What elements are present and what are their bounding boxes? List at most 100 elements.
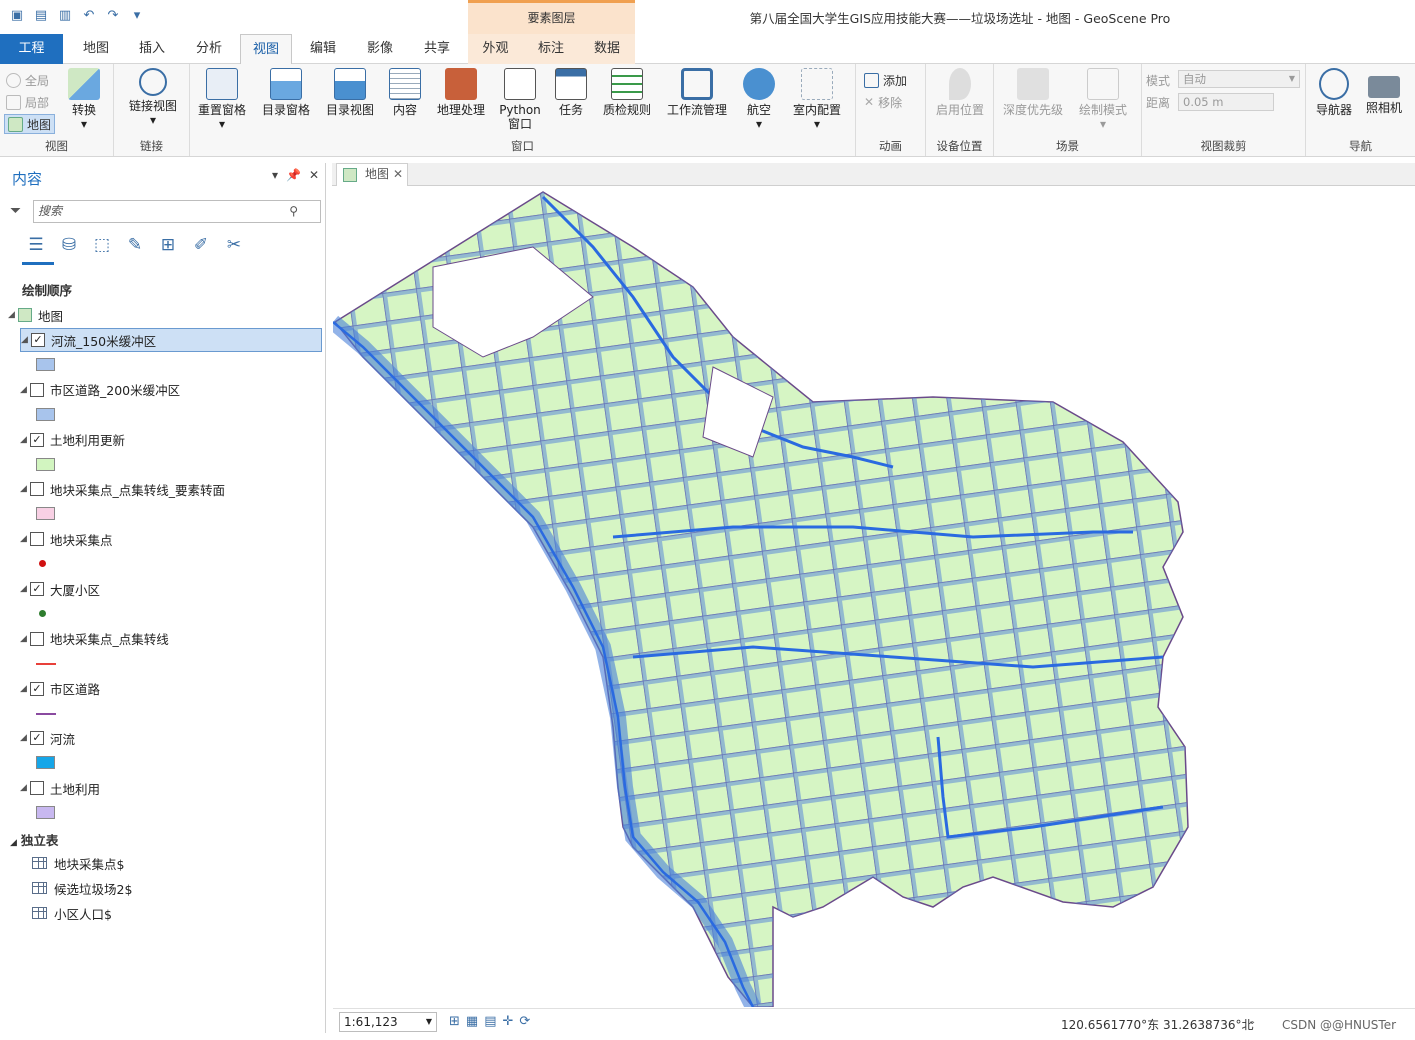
- camera-button[interactable]: 照相机: [1360, 68, 1408, 115]
- layer-item[interactable]: ◢ ✓ 河流: [20, 726, 322, 750]
- enable-location-button[interactable]: 启用位置: [930, 68, 990, 117]
- layer-symbol[interactable]: [36, 407, 55, 421]
- table-item[interactable]: 小区人口$: [32, 901, 334, 925]
- tasks-button[interactable]: 任务: [550, 68, 592, 117]
- layer-item[interactable]: ◢ 地块采集点_点集转线: [20, 627, 322, 651]
- layer-item[interactable]: ◢ 地块采集点_点集转线_要素转面: [20, 477, 322, 501]
- fixed-zoom-icon[interactable]: ⊞: [449, 1014, 460, 1029]
- pane-menu-icon[interactable]: ▾: [272, 168, 278, 182]
- collapse-icon[interactable]: ◢: [20, 733, 30, 743]
- tab-imagery[interactable]: 影像: [354, 34, 406, 64]
- collapse-icon[interactable]: ◢: [21, 335, 31, 345]
- open-project-icon[interactable]: ▤: [32, 8, 50, 24]
- layer-visibility-checkbox[interactable]: [30, 382, 44, 397]
- collapse-icon[interactable]: ◢: [20, 684, 30, 694]
- collapse-icon[interactable]: ◢: [20, 584, 30, 594]
- convert-button[interactable]: 转换 ▾: [62, 68, 106, 131]
- data-reviewer-button[interactable]: 质检规则: [598, 68, 656, 117]
- undo-icon[interactable]: ↶: [80, 8, 98, 24]
- grid-icon[interactable]: ▦: [466, 1014, 478, 1029]
- layer-item[interactable]: ◢ 土地利用: [20, 776, 322, 800]
- layer-visibility-checkbox[interactable]: ✓: [30, 681, 44, 696]
- geoprocessing-button[interactable]: 地理处理: [432, 68, 490, 117]
- layer-visibility-checkbox[interactable]: [30, 482, 44, 497]
- layer-symbol[interactable]: [39, 610, 46, 617]
- data-source-icon[interactable]: ⛁: [57, 233, 81, 257]
- layer-symbol[interactable]: [36, 358, 55, 371]
- layer-item[interactable]: ◢ ✓ 河流_150米缓冲区: [20, 328, 322, 352]
- selection-icon[interactable]: ⬚: [90, 233, 114, 257]
- layer-symbol[interactable]: [36, 457, 55, 471]
- labeling-icon[interactable]: ✐: [189, 233, 213, 257]
- layer-visibility-checkbox[interactable]: ✓: [30, 731, 44, 746]
- layer-symbol[interactable]: [36, 806, 55, 820]
- navigator-button[interactable]: 导航器: [1310, 68, 1358, 117]
- reset-panes-button[interactable]: 重置窗格 ▾: [194, 68, 250, 131]
- clip-mode-select[interactable]: 自动 ▼: [1178, 70, 1300, 88]
- pin-icon[interactable]: 📌: [286, 168, 301, 182]
- catalog-pane-button[interactable]: 目录窗格: [256, 68, 316, 117]
- layer-visibility-checkbox[interactable]: [30, 532, 44, 547]
- layer-visibility-checkbox[interactable]: ✓: [30, 432, 44, 447]
- collapse-icon[interactable]: ◢: [8, 310, 18, 320]
- collapse-icon[interactable]: ◢: [20, 783, 30, 793]
- scale-select[interactable]: 1:61,123 ▼: [339, 1012, 437, 1032]
- chevron-down-icon[interactable]: ⌄: [1248, 1016, 1256, 1027]
- snapping-icon[interactable]: ⊞: [156, 233, 180, 257]
- drawing-order-icon[interactable]: ☰: [24, 233, 48, 257]
- layer-visibility-checkbox[interactable]: ✓: [30, 582, 44, 596]
- layer-visibility-checkbox[interactable]: [30, 631, 44, 646]
- layer-item[interactable]: ◢ 地块采集点: [20, 527, 322, 551]
- new-project-icon[interactable]: ▣: [8, 8, 26, 24]
- draw-mode-button[interactable]: 绘制模式 ▾: [1070, 68, 1136, 131]
- filter-icon[interactable]: ⏷: [10, 204, 24, 220]
- catalog-view-button[interactable]: 目录视图: [320, 68, 380, 117]
- clip-distance-input[interactable]: 0.05 m: [1178, 93, 1274, 111]
- customize-icon[interactable]: ▾: [128, 8, 146, 24]
- layer-symbol[interactable]: [36, 756, 55, 770]
- redo-icon[interactable]: ↷: [104, 8, 122, 24]
- collapse-icon[interactable]: ◢: [20, 634, 30, 644]
- tab-view[interactable]: 视图: [240, 34, 292, 65]
- collapse-icon[interactable]: ◢: [20, 484, 30, 494]
- search-icon[interactable]: ⚲: [289, 201, 298, 222]
- layer-visibility-checkbox[interactable]: ✓: [31, 333, 45, 347]
- local-button[interactable]: 局部: [6, 92, 49, 112]
- python-window-button[interactable]: Python 窗口: [496, 68, 544, 131]
- tab-map[interactable]: 地图: [70, 34, 122, 64]
- depth-priority-button[interactable]: 深度优先级: [998, 68, 1068, 117]
- full-extent-button[interactable]: 全局: [6, 70, 49, 90]
- layer-item[interactable]: ◢ 市区道路_200米缓冲区: [20, 378, 322, 402]
- table-item[interactable]: 地块采集点$: [32, 851, 334, 875]
- table-grid-icon[interactable]: ▤: [484, 1014, 496, 1029]
- tab-appearance[interactable]: 外观: [468, 34, 523, 64]
- collapse-icon[interactable]: ◢: [20, 385, 30, 395]
- tab-project[interactable]: 工程: [0, 34, 63, 64]
- tab-insert[interactable]: 插入: [126, 34, 178, 64]
- tab-map-view[interactable]: 地图 ✕: [336, 163, 408, 186]
- editing-icon[interactable]: ✎: [123, 233, 147, 257]
- perspective-icon[interactable]: ✂: [222, 233, 246, 257]
- indoors-button[interactable]: 室内配置 ▾: [786, 68, 848, 131]
- tab-edit[interactable]: 编辑: [297, 34, 349, 64]
- tab-analysis[interactable]: 分析: [183, 34, 235, 64]
- table-item[interactable]: 候选垃圾场2$: [32, 876, 334, 900]
- map-node[interactable]: ◢ 地图: [8, 303, 310, 327]
- aviation-button[interactable]: 航空 ▾: [738, 68, 780, 131]
- layer-item[interactable]: ◢ ✓ 大厦小区: [20, 577, 322, 601]
- tab-labeling[interactable]: 标注: [523, 34, 579, 64]
- layer-symbol[interactable]: [36, 507, 55, 521]
- collapse-icon[interactable]: ◢: [20, 534, 30, 544]
- remove-animation-button[interactable]: ✕ 移除: [864, 92, 902, 112]
- close-icon[interactable]: ✕: [393, 164, 403, 185]
- snapping-icon[interactable]: ✛: [503, 1014, 514, 1029]
- layer-item[interactable]: ◢ ✓ 土地利用更新: [20, 428, 322, 452]
- layer-symbol[interactable]: [36, 712, 56, 715]
- tab-data[interactable]: 数据: [579, 34, 635, 64]
- layer-symbol[interactable]: [39, 560, 46, 568]
- layer-visibility-checkbox[interactable]: [30, 781, 44, 796]
- search-input[interactable]: 搜索 ⚲: [33, 200, 321, 223]
- close-icon[interactable]: ✕: [309, 168, 319, 182]
- workflow-manager-button[interactable]: 工作流管理: [662, 68, 732, 117]
- link-views-button[interactable]: 链接视图 ▾: [120, 68, 186, 127]
